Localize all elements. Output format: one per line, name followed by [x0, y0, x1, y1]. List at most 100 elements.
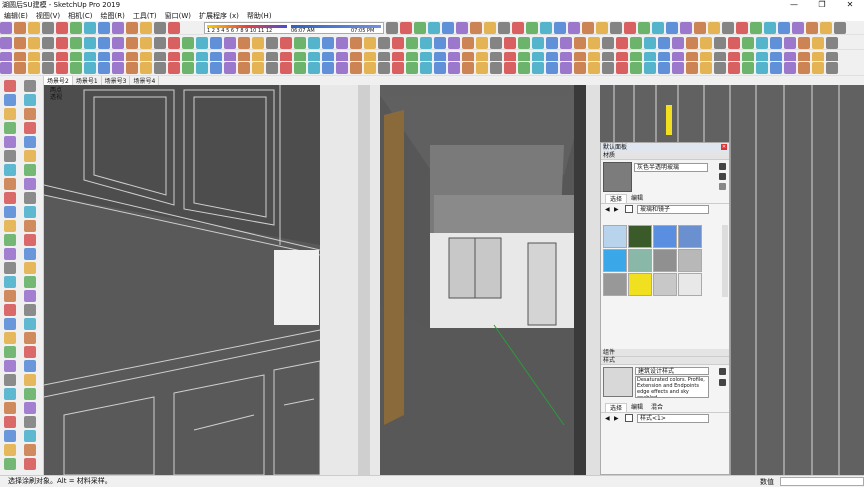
drawing-tool-icon[interactable] [4, 108, 16, 120]
toolbar-tool-icon[interactable] [350, 36, 362, 49]
toolbar-tool-icon[interactable] [98, 21, 110, 34]
drawing-tool-icon[interactable] [24, 346, 36, 358]
toolbar-tool-icon[interactable] [14, 62, 26, 74]
drawing-tool-icon[interactable] [24, 276, 36, 288]
materials-header[interactable]: 材质 [601, 152, 729, 160]
material-swatch[interactable] [628, 273, 652, 296]
toolbar-tool-icon[interactable] [392, 62, 404, 74]
toolbar-tool-icon[interactable] [126, 62, 138, 74]
toolbar-tool-icon[interactable] [0, 21, 12, 34]
drawing-tool-icon[interactable] [24, 262, 36, 274]
close-button[interactable]: ✕ [836, 0, 864, 10]
drawing-tool-icon[interactable] [4, 318, 16, 330]
toolbar-tool-icon[interactable] [518, 62, 530, 74]
toolbar-tool-icon[interactable] [378, 36, 390, 49]
toolbar-tool-icon[interactable] [512, 21, 524, 34]
material-swatch[interactable] [678, 249, 702, 272]
drawing-tool-icon[interactable] [4, 458, 16, 470]
toolbar-tool-icon[interactable] [182, 62, 194, 74]
drawing-tool-icon[interactable] [24, 318, 36, 330]
toolbar-tool-icon[interactable] [448, 62, 460, 74]
toolbar-tool-icon[interactable] [420, 36, 432, 49]
toolbar-tool-icon[interactable] [532, 36, 544, 49]
toolbar-tool-icon[interactable] [154, 36, 166, 49]
toolbar-tool-icon[interactable] [616, 62, 628, 74]
toolbar-tool-icon[interactable] [652, 21, 664, 34]
toolbar-tool-icon[interactable] [588, 62, 600, 74]
toolbar-tool-icon[interactable] [364, 62, 376, 74]
toolbar-tool-icon[interactable] [540, 21, 552, 34]
toolbar-tool-icon[interactable] [462, 36, 474, 49]
toolbar-tool-icon[interactable] [498, 21, 510, 34]
default-material-icon[interactable] [719, 173, 726, 180]
drawing-tool-icon[interactable] [24, 234, 36, 246]
components-header[interactable]: 组件 [601, 349, 729, 357]
drawing-tool-icon[interactable] [4, 402, 16, 414]
toolbar-tool-icon[interactable] [112, 36, 124, 49]
toolbar-tool-icon[interactable] [70, 21, 82, 34]
toolbar-tool-icon[interactable] [764, 21, 776, 34]
style-forward-arrow-icon[interactable]: ▶ [614, 415, 619, 422]
toolbar-tool-icon[interactable] [574, 36, 586, 49]
eyedropper-icon[interactable] [719, 183, 726, 190]
toolbar-tool-icon[interactable] [14, 36, 26, 49]
toolbar-tool-icon[interactable] [448, 36, 460, 49]
toolbar-tool-icon[interactable] [820, 21, 832, 34]
toolbar-tool-icon[interactable] [238, 36, 250, 49]
toolbar-tool-icon[interactable] [694, 21, 706, 34]
drawing-tool-icon[interactable] [4, 164, 16, 176]
toolbar-tool-icon[interactable] [378, 62, 390, 74]
toolbar-tool-icon[interactable] [666, 21, 678, 34]
toolbar-tool-icon[interactable] [28, 62, 40, 74]
toolbar-tool-icon[interactable] [210, 62, 222, 74]
toolbar-tool-icon[interactable] [428, 21, 440, 34]
toolbar-tool-icon[interactable] [658, 36, 670, 49]
drawing-tool-icon[interactable] [4, 290, 16, 302]
drawing-tool-icon[interactable] [24, 304, 36, 316]
forward-arrow-icon[interactable]: ▶ [614, 206, 619, 213]
toolbar-tool-icon[interactable] [560, 36, 572, 49]
create-style-icon[interactable] [719, 368, 726, 375]
toolbar-tool-icon[interactable] [168, 36, 180, 49]
toolbar-tool-icon[interactable] [434, 36, 446, 49]
styles-header[interactable]: 样式 [601, 357, 729, 365]
toolbar-tool-icon[interactable] [518, 36, 530, 49]
drawing-tool-icon[interactable] [24, 388, 36, 400]
drawing-tool-icon[interactable] [24, 444, 36, 456]
toolbar-tool-icon[interactable] [722, 21, 734, 34]
toolbar-tool-icon[interactable] [750, 21, 762, 34]
drawing-tool-icon[interactable] [24, 136, 36, 148]
tab-style-edit[interactable]: 编辑 [627, 403, 647, 412]
toolbar-tool-icon[interactable] [490, 36, 502, 49]
toolbar-tool-icon[interactable] [322, 36, 334, 49]
toolbar-tool-icon[interactable] [714, 36, 726, 49]
drawing-tool-icon[interactable] [24, 374, 36, 386]
toolbar-tool-icon[interactable] [336, 36, 348, 49]
drawing-tool-icon[interactable] [24, 402, 36, 414]
toolbar-tool-icon[interactable] [826, 36, 838, 49]
toolbar-tool-icon[interactable] [532, 62, 544, 74]
toolbar-tool-icon[interactable] [98, 36, 110, 49]
toolbar-tool-icon[interactable] [126, 21, 138, 34]
toolbar-tool-icon[interactable] [610, 21, 622, 34]
toolbar-tool-icon[interactable] [308, 36, 320, 49]
material-swatch[interactable] [628, 225, 652, 248]
scene-tab-1[interactable]: 场景号1 [73, 76, 102, 85]
toolbar-tool-icon[interactable] [168, 21, 180, 34]
create-material-icon[interactable] [719, 163, 726, 170]
material-swatch[interactable] [678, 225, 702, 248]
toolbar-tool-icon[interactable] [140, 21, 152, 34]
toolbar-tool-icon[interactable] [0, 36, 12, 49]
toolbar-tool-icon[interactable] [112, 62, 124, 74]
toolbar-tool-icon[interactable] [526, 21, 538, 34]
toolbar-tool-icon[interactable] [56, 62, 68, 74]
toolbar-tool-icon[interactable] [826, 62, 838, 74]
update-style-icon[interactable] [719, 379, 726, 386]
toolbar-tool-icon[interactable] [644, 62, 656, 74]
menu-edit[interactable]: 编辑(E) [0, 11, 32, 21]
drawing-tool-icon[interactable] [4, 444, 16, 456]
toolbar-tool-icon[interactable] [252, 62, 264, 74]
material-name-field[interactable]: 灰色半透明玻璃 [634, 163, 708, 172]
toolbar-tool-icon[interactable] [84, 62, 96, 74]
toolbar-tool-icon[interactable] [638, 21, 650, 34]
